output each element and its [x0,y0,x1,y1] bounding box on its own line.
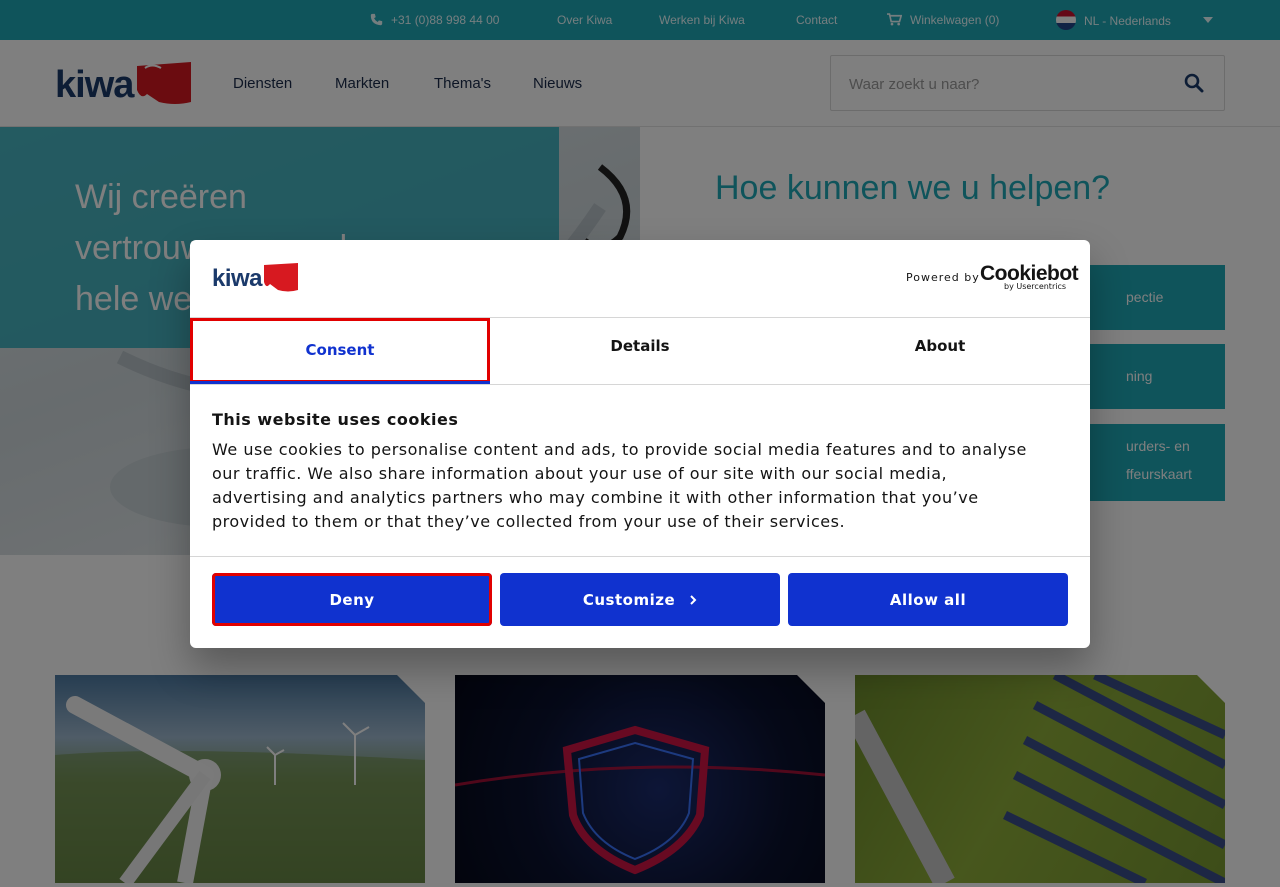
tab-about[interactable]: About [790,318,1090,384]
cookiebot-subtitle: by Usercentrics [1004,282,1067,291]
tab-consent[interactable]: Consent [190,318,490,384]
allow-all-label: Allow all [889,590,967,609]
cookiebot-logo[interactable]: Cookiebot by Usercentrics [980,262,1079,292]
allow-all-button[interactable]: Allow all [788,573,1068,626]
divider [190,384,1090,385]
divider [190,556,1090,557]
tab-details[interactable]: Details [490,318,790,384]
dialog-body-text: We use cookies to personalise content an… [212,440,1027,531]
deny-label: Deny [329,590,375,609]
chevron-right-icon [690,594,697,605]
dialog-heading: This website uses cookies [212,410,459,429]
cookie-consent-dialog: kiwa Powered by Cookiebot by Usercentric… [190,240,1090,648]
powered-by-label: Powered by [906,271,980,284]
kiwa-logo: kiwa [212,263,298,292]
deny-button[interactable]: Deny [212,573,492,626]
customize-button[interactable]: Customize [500,573,780,626]
svg-text:kiwa: kiwa [212,265,263,292]
customize-label: Customize [582,590,676,609]
